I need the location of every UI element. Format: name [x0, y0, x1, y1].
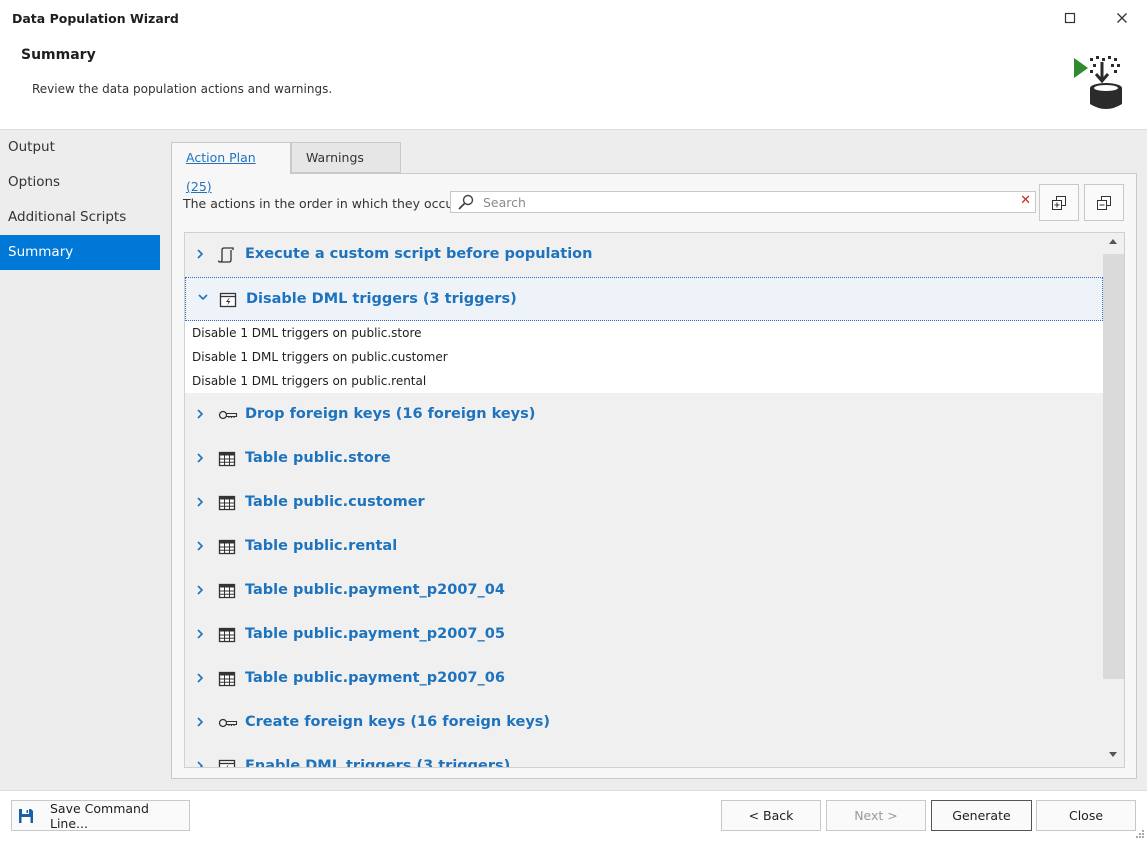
action-row-table-payment-p2007-05[interactable]: Table public.payment_p2007_05	[185, 613, 1103, 657]
action-row-drop-foreign-keys[interactable]: Drop foreign keys (16 foreign keys)	[185, 393, 1103, 437]
table-icon	[218, 451, 236, 467]
action-row-disable-triggers[interactable]: Disable DML triggers (3 triggers)	[185, 277, 1103, 321]
action-row-custom-script[interactable]: Execute a custom script before populatio…	[185, 233, 1103, 277]
expand-all-icon	[1052, 195, 1066, 210]
chevron-right-icon[interactable]	[196, 248, 204, 260]
chevron-right-icon[interactable]	[196, 584, 204, 596]
window-title: Data Population Wizard	[12, 11, 179, 26]
trigger-icon	[218, 759, 236, 767]
chevron-right-icon[interactable]	[196, 672, 204, 684]
chevron-right-icon[interactable]	[196, 452, 204, 464]
tab-action-plan[interactable]: Action Plan (25)	[171, 142, 291, 194]
wizard-sidebar: Output Options Additional Scripts Summar…	[0, 130, 160, 790]
sidebar-item-additional-scripts[interactable]: Additional Scripts	[0, 200, 160, 235]
expand-all-button[interactable]	[1039, 184, 1079, 221]
action-row-label: Create foreign keys (16 foreign keys)	[245, 714, 551, 730]
table-icon	[218, 671, 236, 687]
action-row-label: Table public.payment_p2007_05	[245, 626, 505, 642]
table-icon	[218, 627, 236, 643]
chevron-right-icon[interactable]	[196, 716, 204, 728]
floppy-disk-icon	[18, 808, 34, 824]
data-population-icon	[1074, 56, 1122, 109]
action-row-table-rental[interactable]: Table public.rental	[185, 525, 1103, 569]
action-row-label: Disable DML triggers (3 triggers)	[246, 291, 517, 307]
resize-grip-icon[interactable]	[1135, 829, 1145, 839]
maximize-button[interactable]	[1050, 4, 1090, 32]
scroll-up-icon[interactable]	[1108, 237, 1118, 245]
wizard-footer: Save Command Line... < Back Next > Gener…	[0, 790, 1147, 841]
action-row-label: Table public.store	[245, 450, 391, 466]
maximize-icon	[1064, 12, 1076, 24]
chevron-right-icon[interactable]	[196, 496, 204, 508]
chevron-right-icon[interactable]	[196, 408, 204, 420]
table-icon	[218, 583, 236, 599]
chevron-down-icon[interactable]	[197, 293, 209, 303]
action-row-table-customer[interactable]: Table public.customer	[185, 481, 1103, 525]
page-title: Summary	[21, 47, 96, 63]
sidebar-item-summary[interactable]: Summary	[0, 235, 160, 270]
chevron-right-icon[interactable]	[196, 540, 204, 552]
list-item: Disable 1 DML triggers on public.custome…	[192, 350, 448, 364]
disable-triggers-details: Disable 1 DML triggers on public.store D…	[185, 321, 1103, 393]
save-command-line-label: Save Command Line...	[50, 800, 149, 831]
scroll-down-icon[interactable]	[1108, 751, 1118, 759]
action-plan-tree: Execute a custom script before populatio…	[184, 232, 1125, 768]
close-button[interactable]: Close	[1036, 800, 1136, 831]
page-description: Review the data population actions and w…	[32, 82, 333, 96]
sidebar-item-options[interactable]: Options	[0, 165, 160, 200]
trigger-icon	[219, 292, 237, 308]
action-row-label: Execute a custom script before populatio…	[245, 246, 593, 262]
collapse-all-icon	[1097, 195, 1111, 210]
search-icon	[458, 194, 474, 210]
action-row-create-foreign-keys[interactable]: Create foreign keys (16 foreign keys)	[185, 701, 1103, 745]
list-item: Disable 1 DML triggers on public.rental	[192, 374, 427, 388]
wizard-header: Summary Review the data population actio…	[0, 36, 1147, 130]
script-icon	[218, 247, 234, 263]
title-bar: Data Population Wizard	[0, 0, 1147, 36]
scrollbar-thumb[interactable]	[1103, 254, 1124, 679]
sidebar-item-output[interactable]: Output	[0, 130, 160, 165]
close-window-button[interactable]	[1102, 4, 1142, 32]
chevron-right-icon[interactable]	[196, 628, 204, 640]
action-row-label: Table public.payment_p2007_04	[245, 582, 505, 598]
action-row-table-payment-p2007-06[interactable]: Table public.payment_p2007_06	[185, 657, 1103, 701]
action-row-label: Table public.payment_p2007_06	[245, 670, 505, 686]
action-row-table-store[interactable]: Table public.store	[185, 437, 1103, 481]
action-row-label: Enable DML triggers (3 triggers)	[245, 758, 511, 768]
collapse-all-button[interactable]	[1084, 184, 1124, 221]
table-icon	[218, 539, 236, 555]
tab-warnings[interactable]: Warnings (13)	[291, 142, 401, 194]
vertical-scrollbar[interactable]	[1103, 233, 1124, 767]
table-icon	[218, 495, 236, 511]
action-row-enable-triggers[interactable]: Enable DML triggers (3 triggers)	[185, 745, 1103, 768]
chevron-right-icon[interactable]	[196, 760, 204, 768]
search-box: ✕	[450, 191, 1036, 213]
action-row-label: Drop foreign keys (16 foreign keys)	[245, 406, 536, 422]
search-input[interactable]	[483, 194, 1003, 210]
back-button[interactable]: < Back	[721, 800, 821, 831]
action-row-label: Table public.customer	[245, 494, 425, 510]
action-row-label: Table public.rental	[245, 538, 398, 554]
action-row-table-payment-p2007-04[interactable]: Table public.payment_p2007_04	[185, 569, 1103, 613]
save-command-line-button[interactable]: Save Command Line...	[11, 800, 190, 831]
clear-search-icon[interactable]: ✕	[1020, 193, 1031, 208]
close-icon	[1117, 13, 1127, 23]
key-icon	[218, 410, 238, 420]
actions-caption: The actions in the order in which they o…	[183, 196, 462, 211]
key-icon	[218, 718, 238, 728]
main-panel: Action Plan (25) Warnings (13) The actio…	[160, 130, 1147, 790]
generate-button[interactable]: Generate	[931, 800, 1032, 831]
action-plan-panel: The actions in the order in which they o…	[171, 173, 1137, 779]
list-item: Disable 1 DML triggers on public.store	[192, 326, 422, 340]
next-button[interactable]: Next >	[826, 800, 926, 831]
